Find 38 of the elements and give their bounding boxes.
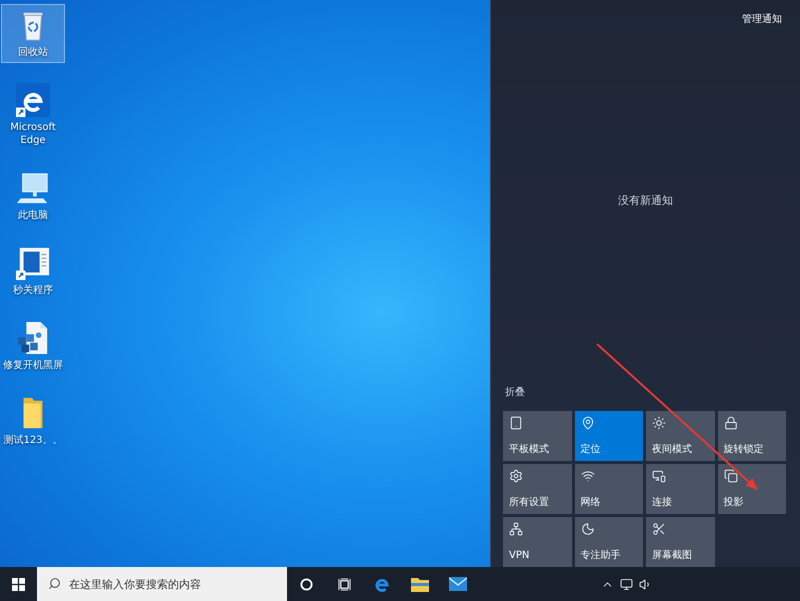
quick-action-tile[interactable]: 连接 [646,464,714,514]
quick-action-tile[interactable]: VPN [503,517,572,567]
quick-action-tile[interactable]: 旋转锁定 [718,411,786,461]
quick-action-tile[interactable]: 投影 [718,464,786,514]
folder-icon [411,576,429,592]
envelope-icon [449,577,467,591]
collapse-link[interactable]: 折叠 [505,386,525,399]
desktop-icon[interactable]: 回收站 [1,4,65,63]
quick-action-tile[interactable]: 平板模式 [503,411,572,461]
map-pin-icon [580,416,594,430]
e-logo-icon [374,576,390,592]
e-logo-shortcut-icon [16,83,50,117]
overlapping-rectangles-icon [724,469,738,483]
quick-action-tile[interactable]: 屏幕截图 [646,517,714,567]
quick-action-tile[interactable]: 定位 [574,411,643,461]
monitor-phone-icon [652,469,666,483]
scissors-icon [652,522,666,536]
task-view-icon [338,578,350,590]
computer-icon [16,171,50,205]
ring-icon [300,578,312,590]
moon-icon [580,522,594,536]
sun-icon [652,416,666,430]
search-icon [48,577,61,590]
empty-notifications-message: 没有新通知 [618,192,673,209]
tablet-icon [509,416,523,430]
settings-icon [509,469,523,483]
quick-action-tile[interactable]: 网络 [574,464,643,514]
search-field[interactable]: 在这里输入你要搜索的内容 [37,567,287,601]
nodes-icon [509,522,523,536]
lock-icon [724,416,738,430]
network-icon[interactable] [620,578,633,590]
quick-action-tile[interactable]: 专注助手 [574,517,643,567]
program-window-icon [16,246,50,280]
manage-notifications-link[interactable]: 管理通知 [742,13,782,27]
document-cubes-icon [16,321,50,355]
windows-logo-icon [12,578,25,590]
quick-action-tile[interactable]: 所有设置 [503,464,572,514]
quick-action-tile[interactable]: 夜间模式 [646,411,714,461]
